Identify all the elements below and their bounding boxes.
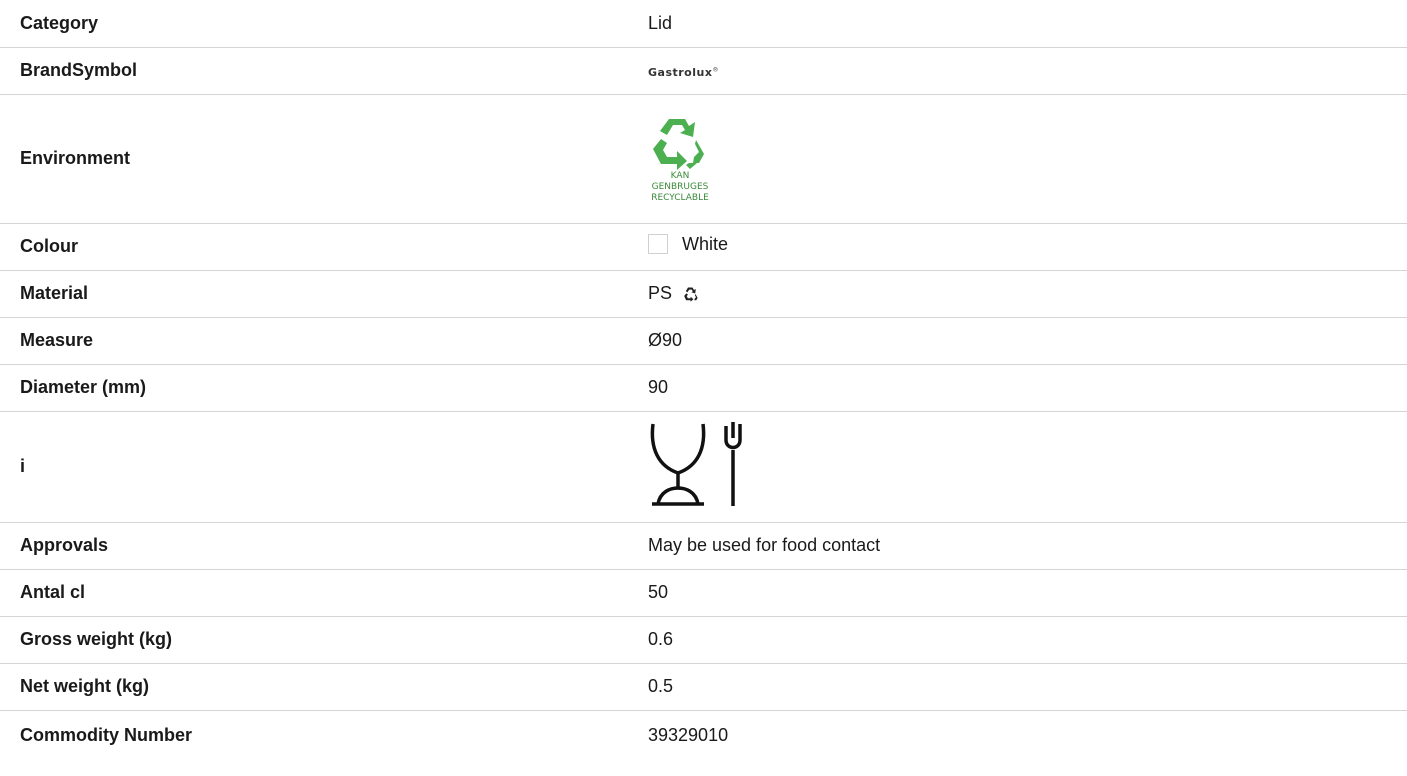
material-label: Material [0, 270, 648, 318]
spec-row-brand: BrandSymbol Gastrolux® [0, 47, 1407, 95]
gross-weight-value: 0.6 [648, 616, 1407, 664]
material-value: PS [648, 283, 673, 303]
gross-weight-label: Gross weight (kg) [0, 616, 648, 664]
spec-row-antal: Antal cl 50 [0, 569, 1407, 617]
colour-value-cell: White [648, 223, 1407, 271]
spec-row-category: Category Lid [0, 0, 1407, 48]
environment-badge: KAN GENBRUGES RECYCLABLE [648, 94, 1407, 224]
spec-row-commodity: Commodity Number 39329010 [0, 710, 1407, 760]
diameter-label: Diameter (mm) [0, 364, 648, 412]
antal-value: 50 [648, 569, 1407, 617]
food-safe-symbol-cell [648, 411, 1407, 523]
brand-logo: Gastrolux® [648, 47, 1407, 95]
info-label: i [0, 411, 648, 523]
recycle-small-icon [684, 287, 698, 303]
spec-row-net-weight: Net weight (kg) 0.5 [0, 663, 1407, 711]
approvals-label: Approvals [0, 522, 648, 570]
spec-row-approvals: Approvals May be used for food contact [0, 522, 1407, 570]
colour-swatch [648, 234, 668, 255]
measure-label: Measure [0, 317, 648, 365]
commodity-value: 39329010 [648, 724, 729, 745]
recycle-line-3: RECYCLABLE [651, 193, 709, 203]
brand-logo-mark: ® [712, 66, 719, 74]
net-weight-label: Net weight (kg) [0, 663, 648, 711]
category-label: Category [0, 0, 648, 48]
recycle-line-1: KAN [670, 171, 690, 181]
product-spec-table: Category Lid BrandSymbol Gastrolux® Envi… [0, 0, 1407, 760]
spec-row-environment: Environment KAN GENBRUGES RECYCLABLE [0, 94, 1407, 224]
diameter-value: 90 [648, 364, 1407, 412]
antal-label: Antal cl [0, 569, 648, 617]
recycle-line-2: GENBRUGES [651, 182, 709, 192]
colour-label: Colour [0, 223, 648, 271]
colour-value: White [682, 233, 729, 254]
spec-row-colour: Colour White [0, 223, 1407, 271]
environment-label: Environment [0, 94, 648, 224]
net-weight-value: 0.5 [648, 663, 1407, 711]
spec-row-info: i [0, 411, 1407, 523]
spec-row-material: Material PS [0, 270, 1407, 318]
recycle-icon [653, 119, 704, 170]
spec-row-measure: Measure Ø90 [0, 317, 1407, 365]
spec-row-gross-weight: Gross weight (kg) 0.6 [0, 616, 1407, 664]
food-safe-glass-fork-icon [650, 422, 742, 506]
spec-row-diameter: Diameter (mm) 90 [0, 364, 1407, 412]
approvals-value: May be used for food contact [648, 522, 1407, 570]
measure-value: Ø90 [648, 317, 1407, 365]
material-value-cell: PS [648, 270, 1407, 318]
category-value: Lid [648, 0, 1407, 48]
brand-logo-text: Gastrolux [648, 66, 713, 79]
commodity-label: Commodity Number [20, 724, 193, 745]
brand-label: BrandSymbol [0, 47, 648, 95]
